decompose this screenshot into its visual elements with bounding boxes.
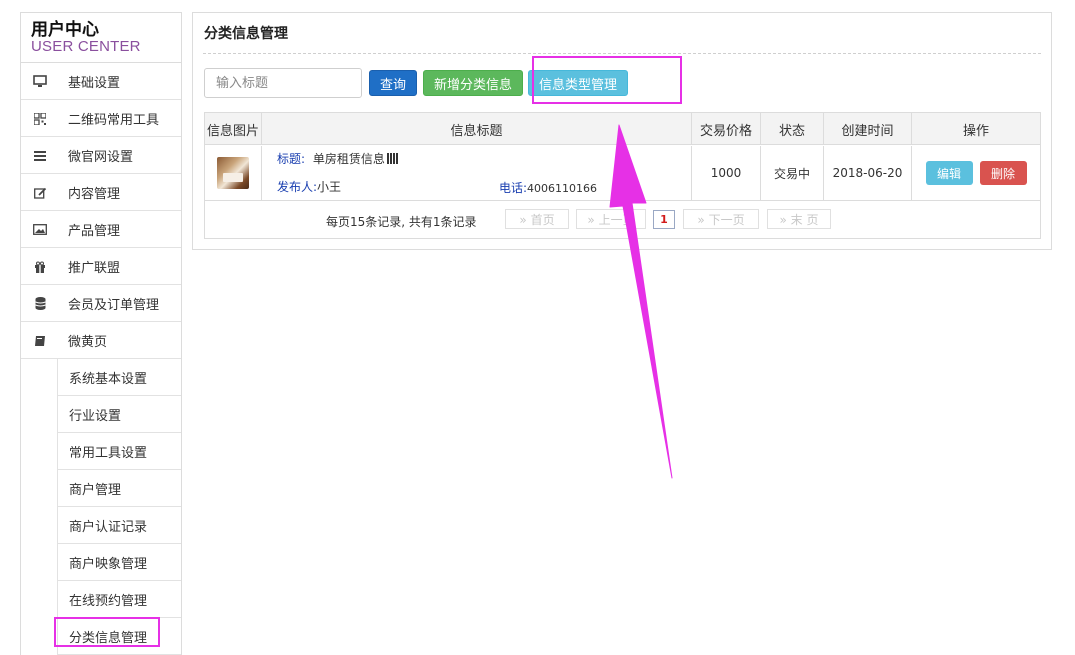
qrcode-icon bbox=[33, 112, 47, 125]
sidebar-subitem-online-booking[interactable]: 在线预约管理 bbox=[57, 581, 181, 618]
sidebar-subitem-label: 分类信息管理 bbox=[69, 630, 148, 646]
database-icon bbox=[33, 297, 47, 310]
sidebar-subitem-label: 常用工具设置 bbox=[69, 445, 148, 461]
page-title: 分类信息管理 bbox=[204, 26, 288, 42]
pagination: 每页15条记录, 共有1条记录 » 首页 » 上一页 1 » 下一页 » 末 页 bbox=[205, 201, 1040, 238]
sidebar-item-product-management[interactable]: 产品管理 bbox=[21, 211, 181, 248]
user-center-header: 用户中心 USER CENTER bbox=[21, 13, 181, 63]
first-page-button[interactable]: » 首页 bbox=[505, 209, 569, 229]
gift-icon bbox=[33, 260, 47, 273]
last-page-button[interactable]: » 末 页 bbox=[767, 209, 831, 229]
title-divider bbox=[203, 53, 1041, 54]
sidebar-item-label: 推广联盟 bbox=[68, 260, 121, 276]
phone-line: 电话:4006110166 bbox=[499, 179, 597, 196]
sidebar-item-label: 会员及订单管理 bbox=[68, 297, 160, 313]
column-header: 操作 bbox=[962, 123, 989, 139]
sidebar-item-micro-website[interactable]: 微官网设置 bbox=[21, 137, 181, 174]
publisher-name: 小王 bbox=[317, 180, 342, 194]
column-header: 信息图片 bbox=[205, 113, 262, 145]
prev-page-button[interactable]: » 上一页 bbox=[576, 209, 646, 229]
sidebar-item-label: 基础设置 bbox=[68, 75, 121, 91]
info-type-manage-button[interactable]: 信息类型管理 bbox=[528, 70, 628, 96]
sidebar-item-basic-settings[interactable]: 基础设置 bbox=[21, 63, 181, 100]
edit-button[interactable]: 编辑 bbox=[925, 161, 973, 185]
sidebar-subitem-system-settings[interactable]: 系统基本设置 bbox=[57, 359, 181, 396]
sidebar-subitem-merchant-image[interactable]: 商户映象管理 bbox=[57, 544, 181, 581]
delete-button[interactable]: 删除 bbox=[979, 161, 1027, 185]
sidebar-subitem-label: 商户管理 bbox=[69, 482, 122, 498]
sidebar-subitem-classified-info[interactable]: 分类信息管理 bbox=[57, 618, 181, 655]
next-page-button[interactable]: » 下一页 bbox=[683, 209, 759, 229]
created-date-cell: 2018-06-20 bbox=[824, 146, 912, 200]
sidebar-subitem-label: 商户映象管理 bbox=[69, 556, 148, 572]
sidebar-subitem-label: 商户认证记录 bbox=[69, 519, 148, 535]
phone-number: 4006110166 bbox=[527, 182, 598, 195]
sidebar-item-member-orders[interactable]: 会员及订单管理 bbox=[21, 285, 181, 322]
sidebar-item-label: 微官网设置 bbox=[68, 149, 134, 165]
column-header: 创建时间 bbox=[824, 113, 912, 145]
list-icon bbox=[33, 149, 47, 162]
search-input[interactable] bbox=[204, 68, 362, 98]
publisher-line: 发布人:小王 bbox=[277, 178, 341, 195]
title-line: 标题: 单房租赁信息 bbox=[277, 150, 398, 167]
user-center-title: 用户中心 bbox=[31, 20, 99, 40]
phone-label: 电话: bbox=[499, 181, 528, 195]
monitor-icon bbox=[33, 75, 47, 88]
sidebar-item-promotion-alliance[interactable]: 推广联盟 bbox=[21, 248, 181, 285]
sidebar-item-label: 二维码常用工具 bbox=[68, 112, 160, 128]
add-classified-button[interactable]: 新增分类信息 bbox=[423, 70, 523, 96]
column-header: 状态 bbox=[761, 113, 824, 145]
sidebar-subitem-tool-settings[interactable]: 常用工具设置 bbox=[57, 433, 181, 470]
column-header: 交易价格 bbox=[692, 113, 761, 145]
sidebar-subitem-merchant-certification[interactable]: 商户认证记录 bbox=[57, 507, 181, 544]
sidebar-item-label: 产品管理 bbox=[68, 223, 121, 239]
sidebar-item-label: 内容管理 bbox=[68, 186, 121, 202]
qrcode-icon[interactable] bbox=[386, 153, 398, 164]
info-title-cell: 标题: 单房租赁信息 发布人:小王 电话:4006110166 bbox=[262, 146, 692, 200]
sidebar-subitem-merchant-management[interactable]: 商户管理 bbox=[57, 470, 181, 507]
edit-icon bbox=[33, 186, 47, 199]
sidebar-item-content-management[interactable]: 内容管理 bbox=[21, 174, 181, 211]
sidebar-item-qrcode-tools[interactable]: 二维码常用工具 bbox=[21, 100, 181, 137]
info-image-cell bbox=[205, 146, 262, 200]
user-center-subtitle: USER CENTER bbox=[31, 38, 141, 55]
main-panel: 分类信息管理 查询 新增分类信息 信息类型管理 信息图片 信息标题 交易价格 状… bbox=[192, 12, 1052, 250]
sidebar-item-label: 微黄页 bbox=[68, 334, 108, 350]
price-cell: 1000 bbox=[692, 146, 761, 200]
table-header: 信息图片 信息标题 交易价格 状态 创建时间 操作 bbox=[205, 113, 1040, 145]
sidebar-item-yellow-pages[interactable]: 微黄页 bbox=[21, 322, 181, 359]
column-header: 信息标题 bbox=[262, 113, 692, 145]
sidebar: 用户中心 USER CENTER 基础设置 二维码常用工具 微官网设置 内容管理… bbox=[20, 12, 182, 655]
sidebar-subitem-label: 行业设置 bbox=[69, 408, 122, 424]
query-button[interactable]: 查询 bbox=[369, 70, 417, 96]
current-page[interactable]: 1 bbox=[653, 210, 675, 229]
room-thumbnail[interactable] bbox=[217, 157, 249, 189]
sidebar-subitem-label: 在线预约管理 bbox=[69, 593, 148, 609]
status-cell: 交易中 bbox=[761, 146, 824, 200]
info-title: 单房租赁信息 bbox=[312, 152, 385, 166]
pagination-info: 每页15条记录, 共有1条记录 bbox=[326, 215, 477, 229]
actions-cell: 编辑 删除 bbox=[912, 146, 1040, 200]
info-table: 信息图片 信息标题 交易价格 状态 创建时间 操作 标题: 单房租赁信息 发布人… bbox=[204, 112, 1041, 239]
sidebar-subitem-label: 系统基本设置 bbox=[69, 371, 148, 387]
title-label: 标题: bbox=[277, 152, 306, 166]
book-icon bbox=[33, 334, 47, 347]
publisher-label: 发布人: bbox=[277, 180, 318, 194]
image-icon bbox=[33, 223, 47, 236]
sidebar-subitem-industry-settings[interactable]: 行业设置 bbox=[57, 396, 181, 433]
